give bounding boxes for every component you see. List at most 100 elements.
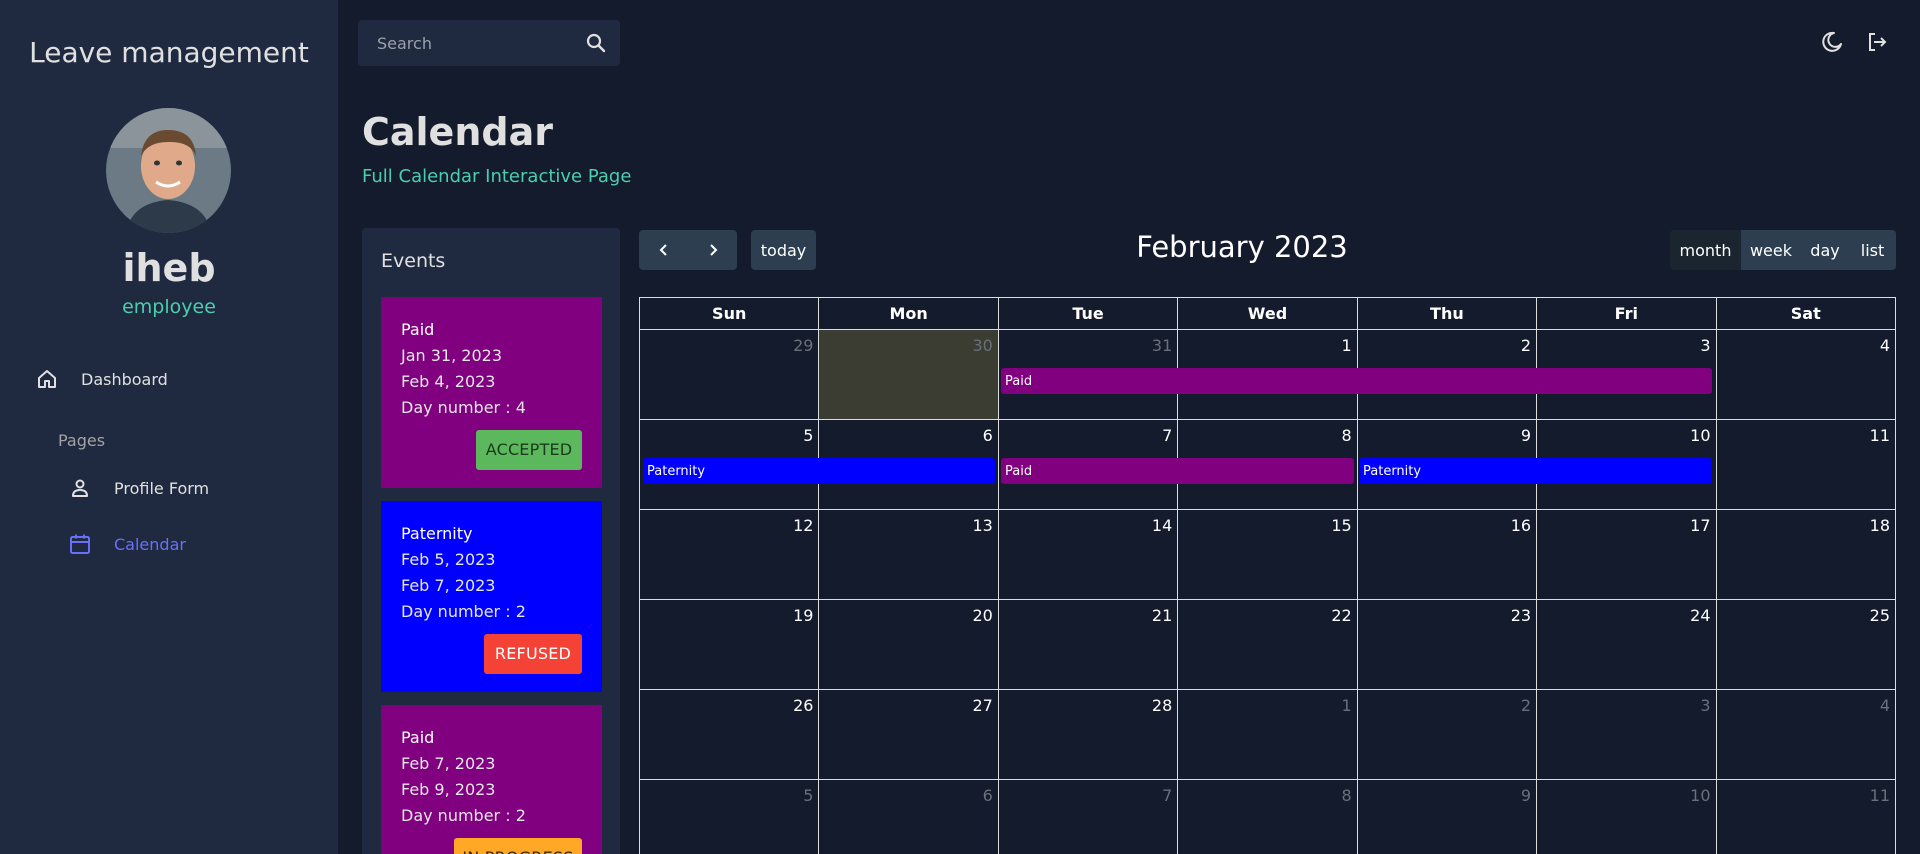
day-cell[interactable]: 16	[1356, 509, 1538, 600]
day-cell[interactable]: 7	[997, 779, 1179, 854]
weekday-header: Thu	[1356, 297, 1538, 330]
day-cell[interactable]: 21	[997, 599, 1179, 690]
day-cell[interactable]: 10	[1536, 779, 1717, 854]
calendar-event-bar[interactable]: Paternity	[643, 458, 995, 484]
view-month-button[interactable]: month	[1670, 230, 1741, 270]
sidebar-item-profile-form[interactable]: Profile Form	[68, 476, 209, 500]
view-switcher: month week day list	[1670, 230, 1896, 270]
day-cell[interactable]: 11	[1715, 419, 1897, 510]
event-start-date: Jan 31, 2023	[401, 346, 502, 365]
day-cell[interactable]: 20	[818, 599, 999, 690]
event-day-count: Day number : 2	[401, 602, 526, 621]
weekday-header: Mon	[818, 297, 999, 330]
event-type: Paid	[401, 320, 435, 339]
weekday-header-row: Sun Mon Tue Wed Thu Fri Sat	[638, 297, 1897, 330]
event-start-date: Feb 7, 2023	[401, 754, 496, 773]
event-start-date: Feb 5, 2023	[401, 550, 496, 569]
event-end-date: Feb 9, 2023	[401, 780, 496, 799]
view-week-button[interactable]: week	[1741, 230, 1801, 270]
weekday-header: Fri	[1536, 297, 1717, 330]
week-row: 12 13 14 15 16 17 18	[638, 509, 1897, 600]
app-title: Leave management	[29, 36, 309, 69]
day-cell[interactable]: 4	[1715, 689, 1897, 780]
event-card[interactable]: Paid Jan 31, 2023 Feb 4, 2023 Day number…	[381, 297, 602, 488]
weekday-header: Sat	[1715, 297, 1897, 330]
next-month-button[interactable]	[688, 230, 737, 270]
day-cell[interactable]: 27	[818, 689, 999, 780]
calendar-event-bar[interactable]: Paternity	[1359, 458, 1712, 484]
event-end-date: Feb 4, 2023	[401, 372, 496, 391]
day-cell[interactable]: 18	[1715, 509, 1897, 600]
page-subtitle: Full Calendar Interactive Page	[362, 166, 632, 187]
day-cell[interactable]: 11	[1715, 779, 1897, 854]
day-cell[interactable]: 14	[997, 509, 1179, 600]
weekday-header: Wed	[1177, 297, 1358, 330]
sidebar: Leave management iheb employee Dashboard…	[0, 0, 338, 854]
day-cell[interactable]: 8	[1177, 779, 1358, 854]
sidebar-item-label: Calendar	[114, 534, 186, 554]
event-day-count: Day number : 4	[401, 398, 526, 417]
event-end-date: Feb 7, 2023	[401, 576, 496, 595]
day-cell[interactable]: 13	[818, 509, 999, 600]
avatar-image	[106, 108, 231, 233]
event-type: Paternity	[401, 524, 473, 543]
day-cell[interactable]: 25	[1715, 599, 1897, 690]
sidebar-section-pages: Pages	[58, 431, 106, 450]
view-day-button[interactable]: day	[1801, 230, 1849, 270]
day-cell-today[interactable]: 30	[818, 329, 999, 420]
week-row: 5 6 7 8 9 10 11	[638, 779, 1897, 854]
day-cell[interactable]: 23	[1356, 599, 1538, 690]
user-role: employee	[122, 296, 216, 318]
day-cell[interactable]: 15	[1177, 509, 1358, 600]
day-cell[interactable]: 3	[1536, 689, 1717, 780]
week-row: 19 20 21 22 23 24 25	[638, 599, 1897, 690]
day-cell[interactable]: 4	[1715, 329, 1897, 420]
user-name: iheb	[122, 246, 216, 290]
search-bar	[358, 20, 620, 66]
day-cell[interactable]: 12	[638, 509, 820, 600]
sidebar-item-dashboard[interactable]: Dashboard	[35, 367, 168, 391]
day-cell[interactable]: 19	[638, 599, 820, 690]
status-refused-button[interactable]: REFUSED	[484, 634, 582, 674]
event-card[interactable]: Paid Feb 7, 2023 Feb 9, 2023 Day number …	[381, 705, 602, 854]
events-title: Events	[381, 250, 446, 272]
calendar-event-bar[interactable]: Paid	[1001, 458, 1354, 484]
calendar-event-bar[interactable]: Paid	[1001, 368, 1712, 394]
status-accepted-button[interactable]: ACCEPTED	[476, 430, 582, 470]
event-card[interactable]: Paternity Feb 5, 2023 Feb 7, 2023 Day nu…	[381, 501, 602, 692]
page-title: Calendar	[362, 110, 553, 154]
status-in-progress-button[interactable]: IN PROGRESS	[454, 838, 582, 854]
dark-mode-icon[interactable]	[1820, 30, 1844, 54]
day-cell[interactable]: 2	[1356, 689, 1538, 780]
prev-month-button[interactable]	[639, 230, 688, 270]
avatar	[106, 108, 231, 233]
event-day-count: Day number : 2	[401, 806, 526, 825]
logout-icon[interactable]	[1865, 30, 1889, 54]
event-type: Paid	[401, 728, 435, 747]
chevron-right-icon	[709, 244, 717, 256]
day-cell[interactable]: 28	[997, 689, 1179, 780]
person-icon	[72, 479, 88, 497]
sidebar-item-calendar[interactable]: Calendar	[68, 532, 186, 556]
day-cell[interactable]: 26	[638, 689, 820, 780]
today-button[interactable]: today	[751, 230, 816, 270]
events-panel: Events Paid Jan 31, 2023 Feb 4, 2023 Day…	[362, 228, 620, 854]
weekday-header: Sun	[638, 297, 820, 330]
day-cell[interactable]: 24	[1536, 599, 1717, 690]
day-cell[interactable]: 5	[638, 779, 820, 854]
view-list-button[interactable]: list	[1849, 230, 1896, 270]
home-icon	[38, 370, 56, 388]
weekday-header: Tue	[997, 297, 1179, 330]
search-input[interactable]	[377, 33, 577, 53]
sidebar-item-label: Dashboard	[81, 369, 168, 389]
sidebar-item-label: Profile Form	[114, 478, 210, 498]
day-cell[interactable]: 17	[1536, 509, 1717, 600]
chevron-left-icon	[659, 244, 667, 256]
day-cell[interactable]: 29	[638, 329, 820, 420]
day-cell[interactable]: 22	[1177, 599, 1358, 690]
search-icon[interactable]	[584, 31, 608, 55]
day-cell[interactable]: 9	[1356, 779, 1538, 854]
day-cell[interactable]: 1	[1177, 689, 1358, 780]
day-cell[interactable]: 6	[818, 779, 999, 854]
calendar-icon	[70, 534, 90, 554]
